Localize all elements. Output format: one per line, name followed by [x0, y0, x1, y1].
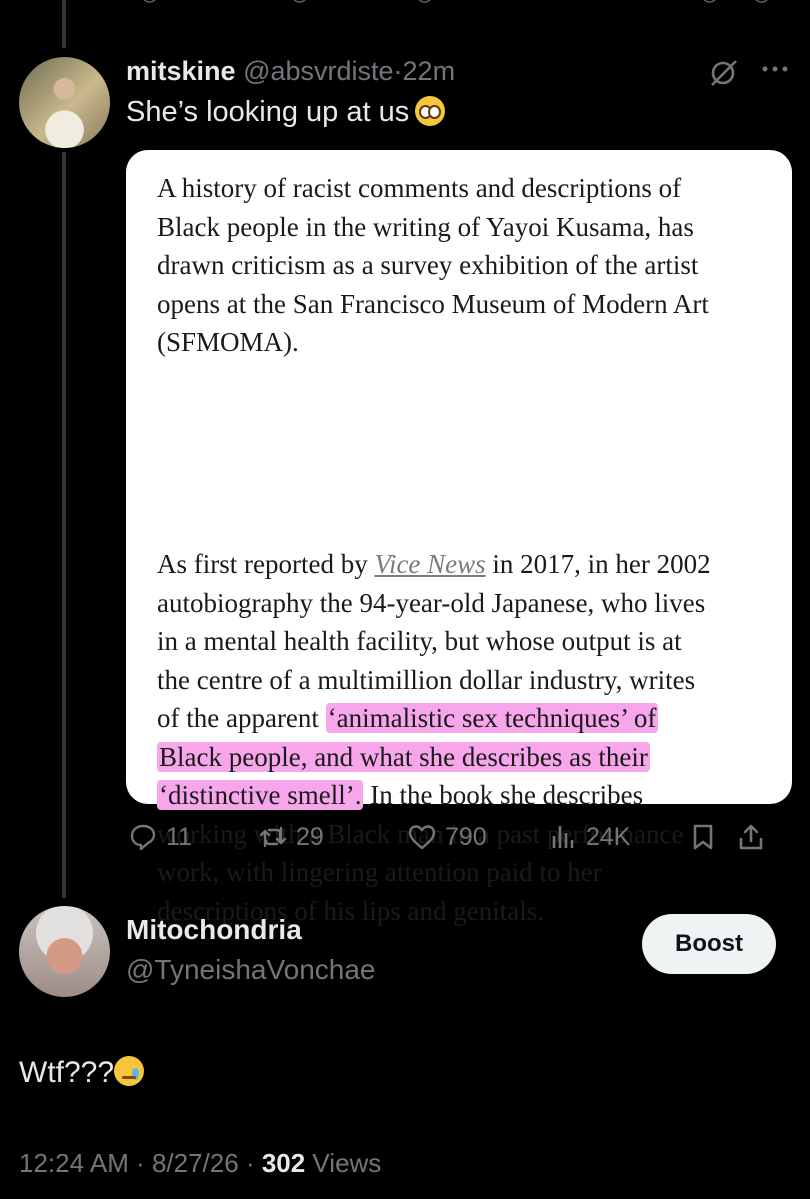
article-text: in 2017, in her 2002 — [485, 549, 711, 579]
avatar[interactable] — [19, 57, 110, 148]
article-line: in a mental health facility, but whose o… — [157, 626, 682, 656]
tweet-text: Wtf??? — [19, 1056, 145, 1090]
thread-line-bottom — [62, 152, 66, 898]
reply-count: 11 — [166, 822, 192, 851]
pleading-face-emoji — [415, 96, 446, 126]
article-line: (SFMOMA). — [157, 327, 299, 357]
timestamp[interactable]: 22m — [403, 56, 456, 86]
views-count: 302 — [261, 1148, 306, 1178]
article-line: of the apparent ‘animalistic sex techniq… — [157, 699, 767, 738]
views-count: 24K — [586, 822, 631, 851]
like-icon[interactable]: ◡ — [415, 0, 434, 6]
highlighted-text: ‘animalistic sex techniques’ of — [325, 703, 659, 733]
bookmark-icon — [693, 824, 713, 850]
views-button[interactable]: 24K — [548, 822, 630, 852]
avatar[interactable] — [19, 906, 110, 997]
reply-icon — [130, 824, 156, 851]
reply-button[interactable]: 11 — [128, 822, 192, 852]
article-line: ‘distinctive smell’. In the book she des… — [157, 776, 767, 815]
repost-count: 29 — [296, 822, 324, 851]
share-button[interactable] — [736, 822, 774, 852]
handle[interactable]: @TyneishaVonchae — [126, 954, 375, 986]
article-line: autobiography the 94-year-old Japanese, … — [157, 587, 706, 618]
like-count: 790 — [445, 822, 487, 851]
article-text: As first reported by — [157, 549, 375, 579]
tweet-header: mitskine @absvrdiste·22m — [126, 56, 455, 87]
share-icon[interactable]: ◡ — [752, 0, 771, 6]
handle[interactable]: @absvrdiste — [243, 56, 393, 86]
bookmark-icon[interactable]: ◡ — [700, 0, 719, 6]
reply-icon[interactable]: ◡ — [140, 0, 159, 6]
screenshot-image[interactable]: A history of racist comments and descrip… — [126, 150, 792, 926]
heart-icon — [408, 825, 436, 850]
tweet-metadata: 12:24 AM · 8/27/26 · 302 Views — [19, 1148, 381, 1179]
article-line: As first reported by Vice News in 2017, … — [157, 545, 767, 584]
like-button[interactable]: 790 — [407, 822, 487, 852]
tweet-text-content: She’s looking up at us — [126, 96, 410, 128]
display-name[interactable]: mitskine — [126, 56, 236, 86]
tweet-text-content: Wtf??? — [19, 1056, 115, 1089]
article-line: opens at the San Francisco Museum of Mod… — [157, 288, 709, 319]
article-line: Black people, and what she describes as … — [157, 738, 767, 777]
views-icon[interactable]: ıılı — [548, 0, 571, 6]
article-paragraph-1: A history of racist comments and descrip… — [157, 169, 767, 362]
display-name[interactable]: Mitochondria — [126, 914, 302, 946]
tweet-actions: 11 29 790 24K — [126, 814, 792, 858]
highlighted-text: Black people, and what she describes as … — [157, 741, 650, 772]
article-line: Black people in the writing of Yayoi Kus… — [157, 211, 694, 242]
repost-icon — [259, 826, 287, 848]
article-paragraph-2: As first reported by Vice News in 2017, … — [157, 545, 767, 930]
views-label: Views — [305, 1148, 382, 1178]
vice-news-link: Vice News — [374, 549, 486, 579]
separator: · — [393, 56, 403, 86]
retweet-icon[interactable]: ◡ — [290, 0, 309, 6]
bookmark-button[interactable] — [688, 822, 726, 852]
previous-tweet-actions: ◡ ◡ ◡ ıılı ◡ ◡ — [0, 0, 810, 10]
sad-but-relieved-face-emoji — [114, 1056, 145, 1086]
views-icon — [552, 826, 574, 848]
tweet-text: She’s looking up at us — [126, 96, 446, 129]
more-options-icon[interactable] — [758, 58, 792, 80]
article-text: In the book she describes — [363, 780, 644, 810]
boost-button[interactable]: Boost — [642, 914, 776, 974]
timestamp[interactable]: 12:24 AM · 8/27/26 · — [19, 1148, 262, 1178]
article-text: of the apparent — [157, 703, 326, 733]
article-line: work, with lingering attention paid to h… — [157, 857, 602, 887]
article-line: drawn criticism as a survey exhibition o… — [157, 250, 699, 280]
highlighted-text: ‘distinctive smell’. — [157, 780, 364, 810]
grok-icon[interactable] — [706, 58, 740, 88]
article-line: the centre of a multimillion dollar indu… — [157, 664, 696, 695]
article-line: A history of racist comments and descrip… — [157, 173, 682, 203]
repost-button[interactable]: 29 — [258, 822, 324, 852]
share-icon — [739, 824, 763, 850]
